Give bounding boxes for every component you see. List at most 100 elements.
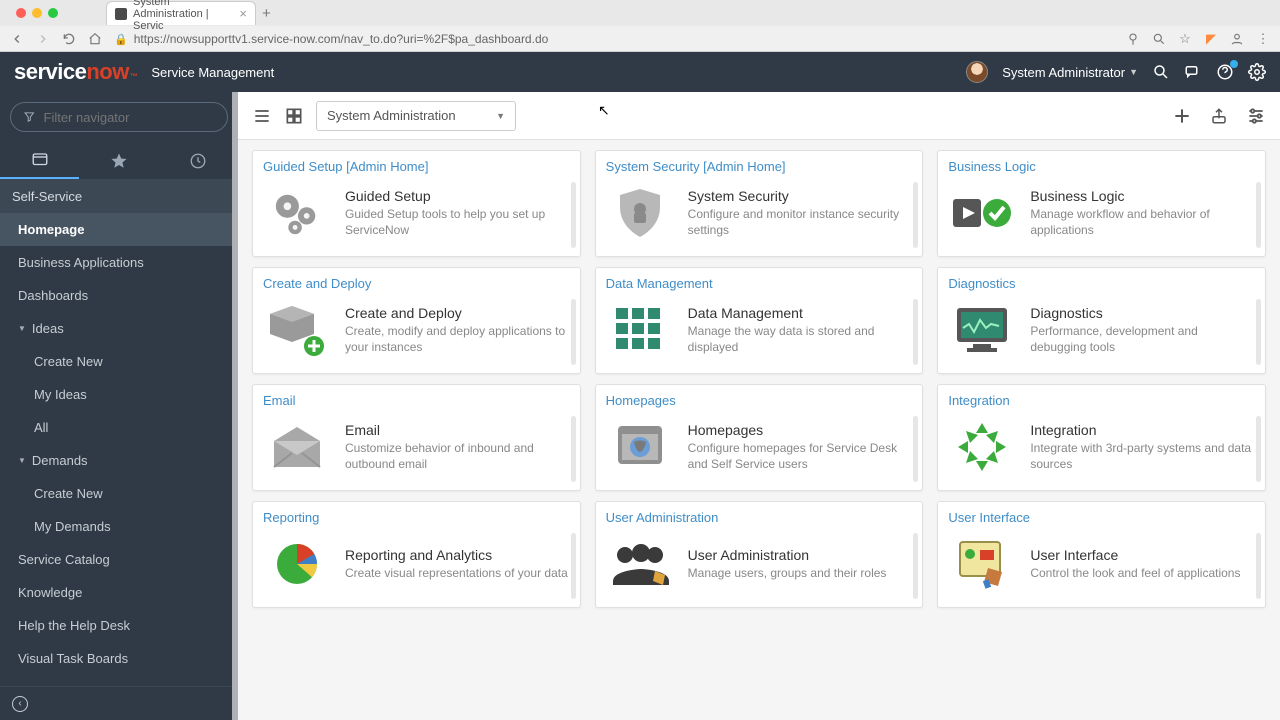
nav-section-header[interactable]: Self-Service: [0, 180, 238, 213]
sidebar-tab-history[interactable]: [159, 142, 238, 179]
search-icon[interactable]: [1152, 63, 1170, 81]
dashboard-dropdown[interactable]: System Administration ▼: [316, 101, 516, 131]
browser-tab[interactable]: System Administration | Servic ×: [106, 1, 256, 25]
dashboard-card[interactable]: HomepagesHomepagesConfigure homepages fo…: [595, 384, 924, 491]
nav-item[interactable]: Knowledge: [0, 576, 238, 609]
card-header[interactable]: Guided Setup [Admin Home]: [253, 151, 580, 178]
grid-view-icon[interactable]: [284, 106, 304, 126]
card-header[interactable]: Email: [253, 385, 580, 412]
dashboard-card[interactable]: System Security [Admin Home]System Secur…: [595, 150, 924, 257]
filter-input[interactable]: [44, 110, 216, 125]
settings-panel-icon[interactable]: [1246, 106, 1266, 126]
card-title: Diagnostics: [1030, 305, 1255, 321]
avatar[interactable]: [966, 61, 988, 83]
nav-sub-item[interactable]: Create New: [0, 477, 238, 510]
users-icon: [606, 535, 674, 593]
nav-item[interactable]: Demands: [0, 444, 238, 477]
nav-item[interactable]: Service Catalog: [0, 543, 238, 576]
add-button[interactable]: [1172, 106, 1192, 126]
extension-icon[interactable]: ◤: [1204, 32, 1218, 46]
sidebar-resizer[interactable]: [232, 92, 238, 720]
nav-sub-item[interactable]: Create New: [0, 345, 238, 378]
menu-icon[interactable]: ⋮: [1256, 32, 1270, 46]
zoom-icon[interactable]: [1152, 32, 1166, 46]
gear-icon[interactable]: [1248, 63, 1266, 81]
window-minimize[interactable]: [32, 8, 42, 18]
window-maximize[interactable]: [48, 8, 58, 18]
help-icon[interactable]: [1216, 63, 1234, 81]
card-header[interactable]: Data Management: [596, 268, 923, 295]
user-name: System Administrator: [1002, 65, 1125, 80]
sidebar-footer: ‹: [0, 686, 238, 720]
dashboard-card[interactable]: Email Email Customize behavior of inbound …: [252, 384, 581, 491]
sidebar-tab-favorites[interactable]: [79, 142, 158, 179]
key-icon[interactable]: ⚲: [1126, 32, 1140, 46]
window-controls[interactable]: [8, 8, 66, 18]
card-header[interactable]: User Administration: [596, 502, 923, 529]
nav-sub-item[interactable]: All: [0, 411, 238, 444]
card-description: Control the look and feel of application…: [1030, 565, 1240, 581]
dashboard-card[interactable]: Reporting Reporting and Analytics Create v…: [252, 501, 581, 608]
browser-chrome: System Administration | Servic × + 🔒 htt…: [0, 0, 1280, 52]
card-description: Create visual representations of your da…: [345, 565, 568, 581]
nav-item[interactable]: Business Applications: [0, 246, 238, 279]
dashboard-card[interactable]: Data ManagementData ManagementManage the…: [595, 267, 924, 374]
dashboard-card[interactable]: Create and DeployCreate and DeployCreate…: [252, 267, 581, 374]
forward-button[interactable]: [36, 32, 50, 46]
card-header[interactable]: System Security [Admin Home]: [596, 151, 923, 178]
filter-navigator[interactable]: [10, 102, 228, 132]
cursor: ↖: [598, 102, 610, 119]
sidebar: Self-Service HomepageBusiness Applicatio…: [0, 92, 238, 720]
tab-close-icon[interactable]: ×: [239, 6, 247, 21]
home-button[interactable]: [88, 32, 102, 46]
card-title: Create and Deploy: [345, 305, 570, 321]
profile-icon[interactable]: [1230, 32, 1244, 46]
address-bar[interactable]: 🔒 https://nowsupporttv1.service-now.com/…: [114, 32, 1114, 46]
card-header[interactable]: User Interface: [938, 502, 1265, 529]
card-title: Email: [345, 422, 570, 438]
chevron-down-icon: ▼: [496, 111, 505, 121]
sidebar-tab-all[interactable]: [0, 142, 79, 179]
dashboard-card[interactable]: DiagnosticsDiagnosticsPerformance, devel…: [937, 267, 1266, 374]
nav-item[interactable]: Dashboards: [0, 279, 238, 312]
dashboard-card[interactable]: IntegrationIntegrationIntegrate with 3rd…: [937, 384, 1266, 491]
nav-item[interactable]: Homepage: [0, 213, 238, 246]
card-header[interactable]: Integration: [938, 385, 1265, 412]
card-description: Customize behavior of inbound and outbou…: [345, 440, 570, 472]
dropdown-value: System Administration: [327, 108, 456, 123]
nav-item[interactable]: Ideas: [0, 312, 238, 345]
dashboard-card[interactable]: User AdministrationUser AdministrationMa…: [595, 501, 924, 608]
card-title: Reporting and Analytics: [345, 547, 568, 563]
card-header[interactable]: Diagnostics: [938, 268, 1265, 295]
gears-icon: [263, 184, 331, 242]
app-header: servicenow™ Service Management System Ad…: [0, 52, 1280, 92]
envelope-icon: [263, 418, 331, 476]
card-title: User Interface: [1030, 547, 1240, 563]
favicon: [115, 8, 127, 20]
new-tab-button[interactable]: +: [262, 5, 271, 22]
dashboard-card[interactable]: User Interface User Interface Control the …: [937, 501, 1266, 608]
nav-item[interactable]: Visual Task Boards: [0, 642, 238, 675]
nav-sub-item[interactable]: My Demands: [0, 510, 238, 543]
dashboard-card[interactable]: Guided Setup [Admin Home]Guided SetupGui…: [252, 150, 581, 257]
list-view-icon[interactable]: [252, 106, 272, 126]
nav-item[interactable]: Help the Help Desk: [0, 609, 238, 642]
star-icon[interactable]: ☆: [1178, 32, 1192, 46]
arrows-icon: [948, 418, 1016, 476]
back-button[interactable]: [10, 32, 24, 46]
nav-sub-item[interactable]: My Ideas: [0, 378, 238, 411]
card-header[interactable]: Homepages: [596, 385, 923, 412]
share-icon[interactable]: [1210, 107, 1228, 125]
collapse-sidebar-icon[interactable]: ‹: [12, 696, 28, 712]
card-header[interactable]: Create and Deploy: [253, 268, 580, 295]
reload-button[interactable]: [62, 32, 76, 46]
user-menu[interactable]: System Administrator ▼: [1002, 65, 1138, 80]
dashboard-card[interactable]: Business LogicBusiness LogicManage workf…: [937, 150, 1266, 257]
card-header[interactable]: Reporting: [253, 502, 580, 529]
chat-icon[interactable]: [1184, 63, 1202, 81]
app-title: Service Management: [151, 65, 274, 80]
card-title: Data Management: [688, 305, 913, 321]
card-header[interactable]: Business Logic: [938, 151, 1265, 178]
window-close[interactable]: [16, 8, 26, 18]
logo[interactable]: servicenow™: [14, 59, 137, 85]
